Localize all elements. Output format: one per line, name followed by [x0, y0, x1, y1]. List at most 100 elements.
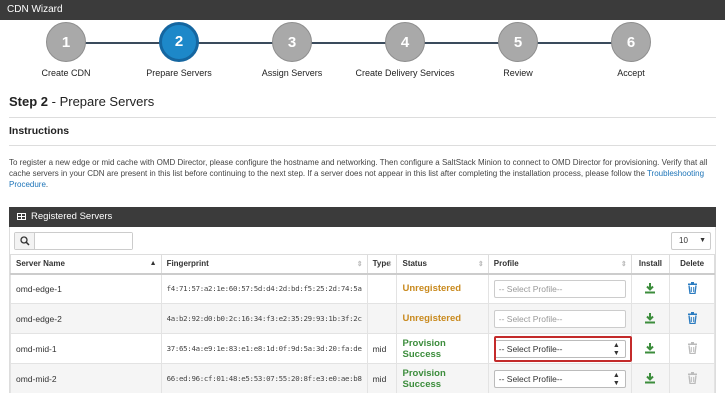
download-icon[interactable]	[644, 312, 656, 324]
status-cell: Unregistered	[396, 273, 489, 304]
step-label: Create Delivery Services	[355, 68, 455, 78]
server-type	[366, 303, 398, 334]
sort-icon: ⇕	[386, 261, 393, 268]
instructions-end: .	[45, 180, 49, 189]
search-addon	[15, 233, 35, 249]
trash-icon[interactable]	[687, 311, 698, 324]
grid-icon	[17, 213, 26, 220]
fingerprint: 4a:b2:92:d0:b0:2c:16:34:f3:e2:35:29:93:1…	[160, 303, 368, 334]
column-header-server-name[interactable]: Server Name ▲	[10, 254, 162, 275]
wizard-step-5[interactable]: 5 Review	[463, 22, 573, 78]
status-cell: Provision Success	[396, 333, 489, 364]
delete-cell	[669, 273, 715, 304]
server-name: omd-mid-1	[10, 333, 162, 364]
column-header-install: Install	[630, 254, 671, 275]
step-number: 4	[385, 22, 425, 62]
step-prefix: Step 2	[9, 94, 49, 109]
instructions-heading: Instructions	[9, 125, 70, 137]
step-label: Prepare Servers	[146, 68, 212, 78]
step-label: Create CDN	[41, 68, 91, 78]
step-label: Review	[503, 68, 533, 78]
instructions-body: To register a new edge or mid cache with…	[9, 158, 708, 178]
servers-table: Server Name ▲ Fingerprint ⇕ Type ⇕ Status ⇕ …	[10, 254, 715, 393]
profile-select[interactable]: -- Select Profile-- ▲ ▼	[493, 369, 626, 388]
wizard-step-6[interactable]: 6 Accept	[576, 22, 686, 78]
wizard-step-1[interactable]: 1 Create CDN	[11, 22, 121, 78]
caret-down-icon: ▼	[699, 237, 706, 244]
step-number: 3	[272, 22, 312, 62]
delete-cell	[669, 363, 715, 393]
profile-cell: -- Select Profile--	[487, 273, 632, 304]
search-input[interactable]	[36, 233, 132, 249]
delete-cell	[669, 333, 715, 364]
status-cell: Provision Success	[396, 363, 489, 393]
trash-icon	[687, 371, 697, 384]
sort-icon: ⇕	[477, 261, 484, 268]
page-title: Step 2 - Prepare Servers	[9, 94, 154, 109]
fingerprint: f4:71:57:a2:1e:60:57:5d:d4:2d:bd:f5:25:2…	[160, 273, 368, 304]
column-header-delete: Delete	[669, 254, 715, 275]
profile-cell: -- Select Profile--	[487, 303, 632, 334]
sort-icon: ⇕	[356, 261, 363, 268]
step-label: Assign Servers	[261, 68, 323, 78]
download-icon[interactable]	[644, 372, 656, 384]
fingerprint: 37:65:4a:e9:1e:83:e1:e8:1d:0f:9d:5a:3d:2…	[160, 333, 368, 364]
column-header-profile[interactable]: Profile ⇕	[487, 254, 632, 275]
step-title-text: - Prepare Servers	[48, 94, 155, 109]
install-cell	[630, 333, 671, 364]
server-name: omd-edge-2	[10, 303, 162, 334]
table-row: omd-edge-1 f4:71:57:a2:1e:60:57:5d:d4:2d…	[10, 273, 715, 304]
divider	[9, 117, 716, 118]
delete-cell	[669, 303, 715, 334]
column-header-type[interactable]: Type ⇕	[366, 254, 398, 275]
server-type: mid	[366, 333, 398, 364]
panel-header: Registered Servers	[9, 207, 716, 227]
wizard-step-4[interactable]: 4 Create Delivery Services	[350, 22, 460, 78]
status-badge: Unregistered	[402, 313, 462, 324]
wizard-step-2[interactable]: 2 Prepare Servers	[124, 22, 234, 78]
window-title: CDN Wizard	[0, 0, 725, 20]
table-row: omd-edge-2 4a:b2:92:d0:b0:2c:16:34:f3:e2…	[10, 303, 715, 334]
panel-title: Registered Servers	[31, 211, 113, 222]
select-arrows-icon: ▲ ▼	[612, 371, 620, 387]
table-header-row: Server Name ▲ Fingerprint ⇕ Type ⇕ Status ⇕ …	[10, 254, 715, 275]
status-badge: Unregistered	[402, 283, 462, 295]
step-number: 6	[611, 22, 651, 62]
server-name: omd-mid-2	[10, 363, 162, 393]
step-number: 2	[159, 22, 199, 62]
highlight-box	[494, 336, 632, 362]
step-number: 1	[46, 22, 86, 62]
column-header-status[interactable]: Status ⇕	[396, 254, 489, 275]
step-label: Accept	[617, 68, 645, 78]
table-row: omd-mid-2 66:ed:96:cf:01:48:e5:53:07:55:…	[10, 363, 715, 393]
sort-asc-icon: ▲	[149, 260, 157, 267]
wizard-step-3[interactable]: 3 Assign Servers	[237, 22, 347, 78]
trash-icon	[687, 341, 697, 354]
page-size-select[interactable]: 10 ▼	[671, 232, 711, 250]
profile-select: -- Select Profile--	[493, 279, 626, 298]
status-badge: Provision Success	[402, 367, 446, 390]
install-cell	[630, 273, 671, 304]
server-name: omd-edge-1	[10, 273, 162, 304]
trash-icon[interactable]	[687, 281, 698, 294]
search-icon	[20, 236, 30, 246]
status-cell: Unregistered	[396, 303, 489, 334]
profile-select: -- Select Profile--	[493, 309, 626, 328]
step-number: 5	[498, 22, 538, 62]
download-icon[interactable]	[644, 282, 656, 294]
divider	[9, 145, 716, 146]
status-badge: Provision Success	[402, 337, 446, 360]
page-size-value: 10	[679, 236, 688, 245]
search-box	[14, 232, 133, 250]
install-cell	[630, 363, 671, 393]
install-cell	[630, 303, 671, 334]
wizard-steps: 1 Create CDN 2 Prepare Servers 3 Assign …	[0, 20, 725, 82]
sort-icon: ⇕	[620, 261, 627, 268]
profile-cell: -- Select Profile-- ▲ ▼	[487, 363, 632, 393]
column-header-fingerprint[interactable]: Fingerprint ⇕	[160, 254, 368, 275]
server-type: mid	[366, 363, 398, 393]
download-icon[interactable]	[644, 342, 656, 354]
server-type	[366, 273, 398, 304]
fingerprint: 66:ed:96:cf:01:48:e5:53:07:55:20:8f:e3:e…	[160, 363, 368, 393]
instructions-text: To register a new edge or mid cache with…	[9, 157, 714, 190]
